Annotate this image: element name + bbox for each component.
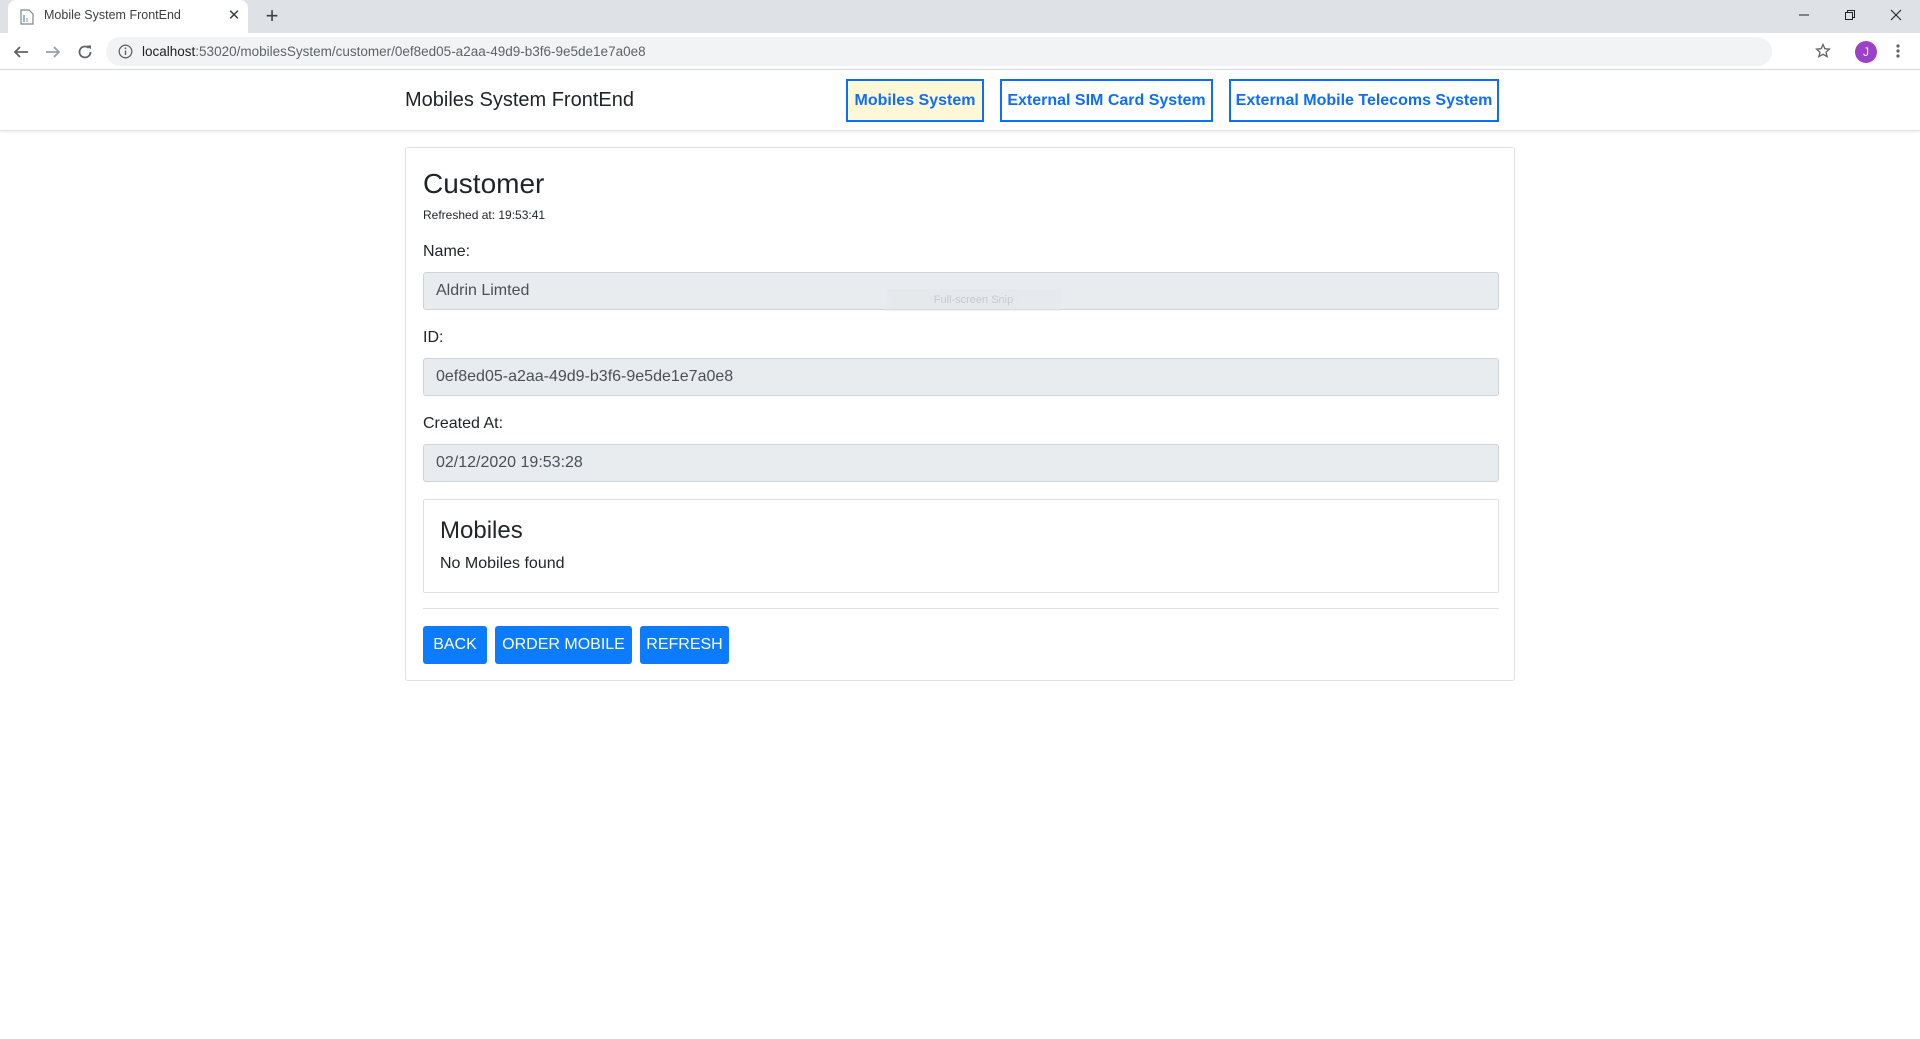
browser-toolbar: localhost:53020/mobilesSystem/customer/0… <box>0 33 1920 70</box>
nav-external-sim-card-system[interactable]: External SIM Card System <box>1000 79 1213 122</box>
customer-card: Customer Refreshed at: 19:53:41 Name: Fu… <box>405 147 1515 681</box>
bookmark-star-icon[interactable] <box>1812 40 1834 62</box>
profile-avatar[interactable]: J <box>1855 41 1877 63</box>
page-icon <box>20 9 34 25</box>
forward-arrow-icon[interactable] <box>40 39 66 65</box>
refresh-button[interactable]: REFRESH <box>640 626 729 664</box>
restore-icon[interactable] <box>1827 0 1873 30</box>
mobiles-empty-message: No Mobiles found <box>440 555 565 572</box>
app-navbar: Mobiles System FrontEnd Mobiles System E… <box>0 70 1920 131</box>
nav-mobiles-system[interactable]: Mobiles System <box>846 79 984 122</box>
close-window-icon[interactable] <box>1873 0 1919 30</box>
minimize-icon[interactable] <box>1781 0 1827 30</box>
back-arrow-icon[interactable] <box>8 39 34 65</box>
mobiles-panel: Mobiles No Mobiles found <box>423 499 1499 593</box>
divider <box>423 608 1499 609</box>
reload-icon[interactable] <box>72 39 98 65</box>
tab-title: Mobile System FrontEnd <box>44 8 181 22</box>
id-label: ID: <box>423 329 444 346</box>
app-brand[interactable]: Mobiles System FrontEnd <box>405 89 634 112</box>
url-text: localhost:53020/mobilesSystem/customer/0… <box>142 44 646 59</box>
created-at-field[interactable] <box>423 444 1499 482</box>
back-button[interactable]: BACK <box>423 626 487 664</box>
id-field[interactable] <box>423 358 1499 396</box>
kebab-menu-icon[interactable] <box>1888 40 1908 62</box>
nav-external-mobile-telecoms-system[interactable]: External Mobile Telecoms System <box>1229 79 1499 122</box>
mobiles-title: Mobiles <box>440 517 523 544</box>
page-title: Customer <box>423 168 545 199</box>
snip-overlay-hint: Full-screen Snip <box>886 289 1061 311</box>
close-tab-icon[interactable]: ✕ <box>224 6 244 26</box>
new-tab-icon[interactable]: + <box>260 5 284 29</box>
refreshed-timestamp: Refreshed at: 19:53:41 <box>423 208 546 222</box>
info-icon[interactable] <box>118 44 133 59</box>
browser-tab-strip: Mobile System FrontEnd ✕ + <box>0 0 1920 33</box>
created-at-label: Created At: <box>423 415 504 432</box>
order-mobile-button[interactable]: ORDER MOBILE <box>495 626 632 664</box>
address-bar[interactable]: localhost:53020/mobilesSystem/customer/0… <box>106 37 1772 66</box>
browser-tab[interactable]: Mobile System FrontEnd ✕ <box>8 0 248 33</box>
name-label: Name: <box>423 243 471 260</box>
